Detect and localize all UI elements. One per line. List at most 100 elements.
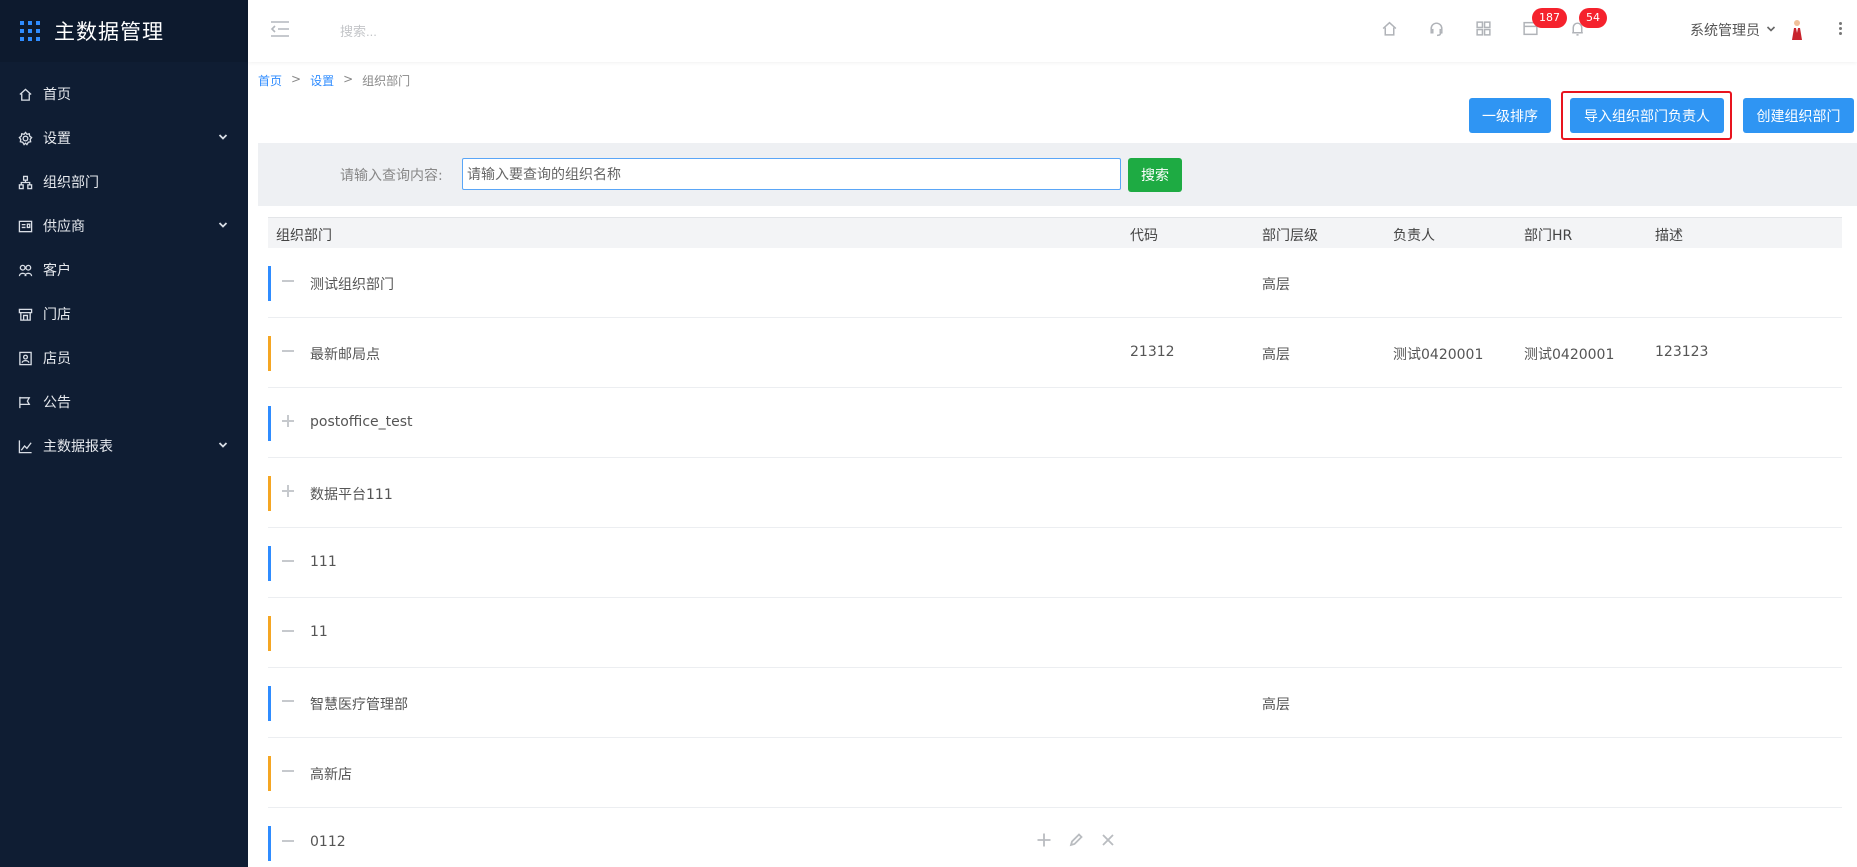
table-row[interactable]: 最新邮局点 21312 高层 测试0420001 测试0420001 123123	[268, 318, 1842, 388]
collapse-icon[interactable]	[281, 764, 295, 778]
org-name-search-input[interactable]	[462, 158, 1121, 190]
row-accent-bar	[268, 266, 271, 301]
add-icon[interactable]	[1036, 832, 1052, 852]
home-icon[interactable]	[1379, 18, 1399, 38]
sidebar-item-store[interactable]: 门店	[0, 292, 248, 336]
table-row[interactable]: 0112	[268, 808, 1842, 867]
home-icon	[17, 86, 33, 102]
cell-department-name: 11	[310, 624, 328, 640]
sidebar-item-org-department[interactable]: 组织部门	[0, 160, 248, 204]
chevron-down-icon	[1760, 22, 1776, 38]
message-icon[interactable]: 187	[1520, 8, 1567, 38]
sidebar-item-label: 门店	[43, 307, 71, 323]
cell-level: 高层	[1262, 277, 1290, 293]
column-header-department[interactable]: 组织部门	[276, 225, 332, 245]
sidebar-item-customer[interactable]: 客户	[0, 248, 248, 292]
sidebar-item-label: 公告	[43, 395, 71, 411]
sidebar-item-label: 设置	[43, 131, 71, 147]
global-search-input[interactable]	[340, 18, 600, 44]
column-header-hr[interactable]: 部门HR	[1524, 225, 1572, 245]
announcement-icon	[17, 394, 33, 410]
cell-description: 123123	[1655, 344, 1709, 360]
chevron-down-icon	[218, 438, 228, 454]
row-accent-bar	[268, 406, 271, 441]
level-sort-button[interactable]: 一级排序	[1469, 98, 1551, 133]
cell-level: 高层	[1262, 697, 1290, 713]
import-department-heads-button[interactable]: 导入组织部门负责人	[1570, 98, 1724, 133]
cell-department-name: 智慧医疗管理部	[310, 697, 408, 713]
breadcrumb-separator: >	[343, 72, 354, 86]
table-row[interactable]: 11	[268, 598, 1842, 668]
column-header-code[interactable]: 代码	[1130, 225, 1158, 245]
sidebar-item-supplier[interactable]: 供应商	[0, 204, 248, 248]
row-accent-bar	[268, 546, 271, 581]
store-icon	[17, 306, 33, 322]
table-row[interactable]: 高新店	[268, 738, 1842, 808]
edit-icon[interactable]	[1068, 832, 1084, 852]
table-header: 组织部门 代码 部门层级 负责人 部门HR 描述	[268, 217, 1842, 248]
breadcrumb-settings[interactable]: 设置	[310, 72, 334, 89]
user-menu[interactable]: 系统管理员	[1690, 19, 1806, 41]
app-title: 主数据管理	[54, 20, 164, 44]
sidebar-item-announcement[interactable]: 公告	[0, 380, 248, 424]
row-accent-bar	[268, 476, 271, 511]
filter-bar: 请输入查询内容: 搜索	[258, 143, 1857, 206]
staff-icon	[17, 350, 33, 366]
sidebar-item-label: 客户	[43, 263, 71, 279]
collapse-icon[interactable]	[281, 274, 295, 288]
bell-icon[interactable]: 54	[1567, 8, 1607, 38]
table-row[interactable]: 测试组织部门 高层	[268, 248, 1842, 318]
breadcrumb-current: 组织部门	[362, 74, 411, 88]
chevron-down-icon	[218, 130, 228, 146]
headset-icon[interactable]	[1426, 18, 1446, 38]
sidebar-item-master-data-report[interactable]: 主数据报表	[0, 424, 248, 468]
delete-icon[interactable]	[1100, 832, 1116, 852]
chevron-down-icon	[218, 218, 228, 234]
row-accent-bar	[268, 616, 271, 651]
column-header-owner[interactable]: 负责人	[1393, 225, 1435, 245]
avatar	[1788, 19, 1806, 41]
create-department-button[interactable]: 创建组织部门	[1743, 98, 1854, 133]
collapse-icon[interactable]	[281, 344, 295, 358]
table-body: 测试组织部门 高层 最新邮局点 21312 高层 测试0420001 测试0420001 12…	[268, 248, 1842, 867]
more-options-icon[interactable]	[1837, 20, 1843, 38]
expand-icon[interactable]	[281, 414, 295, 428]
table-row[interactable]: 数据平台111	[268, 458, 1842, 528]
breadcrumb: 首页 > 设置 > 组织部门	[258, 72, 410, 89]
column-header-level[interactable]: 部门层级	[1262, 225, 1318, 245]
collapse-icon[interactable]	[281, 554, 295, 568]
department-table: 组织部门 代码 部门层级 负责人 部门HR 描述 测试组织部门 高层 最新邮局点 21…	[268, 217, 1842, 867]
cell-department-name: postoffice_test	[310, 414, 413, 430]
expand-icon[interactable]	[281, 484, 295, 498]
sidebar-item-label: 首页	[43, 87, 71, 103]
collapse-icon[interactable]	[281, 834, 295, 848]
app-grid-logo-icon	[20, 21, 40, 41]
sidebar-nav: 首页 设置 组织部门 供应商 客户 门店 店员 公告 主数据报表	[0, 72, 248, 468]
collapse-icon[interactable]	[281, 624, 295, 638]
sidebar-item-home[interactable]: 首页	[0, 72, 248, 116]
menu-collapse-icon[interactable]	[270, 20, 290, 38]
table-row[interactable]: postoffice_test	[268, 388, 1842, 458]
table-row[interactable]: 智慧医疗管理部 高层	[268, 668, 1842, 738]
notification-count-badge: 54	[1579, 8, 1607, 28]
settings-icon	[17, 130, 33, 146]
cell-owner: 测试0420001	[1393, 347, 1484, 363]
row-accent-bar	[268, 336, 271, 371]
sidebar-item-label: 店员	[43, 351, 71, 367]
breadcrumb-separator: >	[291, 72, 302, 86]
table-row[interactable]: 111	[268, 528, 1842, 598]
collapse-icon[interactable]	[281, 694, 295, 708]
sidebar-item-label: 供应商	[43, 219, 85, 235]
cell-code: 21312	[1130, 344, 1175, 360]
search-button[interactable]: 搜索	[1128, 158, 1182, 192]
message-count-badge: 187	[1532, 8, 1567, 28]
breadcrumb-home[interactable]: 首页	[258, 72, 282, 89]
brand[interactable]: 主数据管理	[0, 0, 248, 62]
sidebar: 主数据管理 首页 设置 组织部门 供应商 客户 门店 店员 公告 主数据报表	[0, 0, 248, 867]
sidebar-item-staff[interactable]: 店员	[0, 336, 248, 380]
row-actions	[1036, 832, 1116, 852]
apps-grid-icon[interactable]	[1473, 18, 1493, 38]
cell-level: 高层	[1262, 347, 1290, 363]
column-header-description[interactable]: 描述	[1655, 225, 1683, 245]
sidebar-item-settings[interactable]: 设置	[0, 116, 248, 160]
